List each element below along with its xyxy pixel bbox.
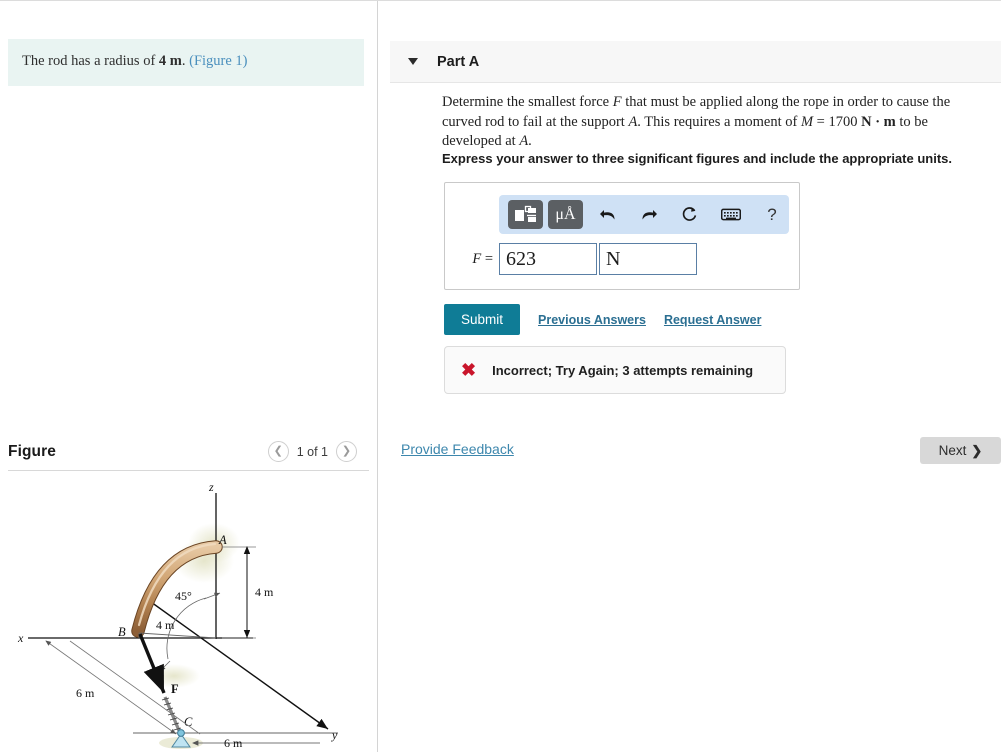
question-var-M: M [800, 113, 814, 130]
question-text: Determine the smallest force F that must… [442, 93, 962, 152]
answer-entry-card: μÅ ? F = 623 N [444, 182, 800, 290]
red-x-icon: ✖ [461, 360, 477, 380]
answer-unit-input[interactable] [599, 243, 697, 275]
angle-45-label: 45° [175, 589, 192, 603]
feedback-message: Incorrect; Try Again; 3 attempts remaini… [492, 362, 754, 378]
right-pane: Part A Determine the smallest force F th… [378, 1, 1001, 752]
caret-down-icon[interactable] [408, 58, 418, 65]
chevron-right-icon: ❯ [341, 445, 352, 457]
problem-statement: The rod has a radius of 4 m. (Figure 1) [8, 39, 364, 86]
answer-label-eq: = [484, 250, 493, 267]
next-button-label: Next [938, 443, 967, 458]
answer-label-var: F [472, 250, 482, 267]
axis-x-label: x [17, 631, 24, 645]
question-var-A1: A [628, 113, 638, 130]
left-pane: The rod has a radius of 4 m. (Figure 1) … [0, 1, 377, 752]
keyboard-glyph [721, 208, 741, 221]
keyboard-icon[interactable] [715, 200, 747, 229]
previous-answers-link[interactable]: Previous Answers [538, 313, 646, 327]
figure-header: Figure ❮ 1 of 1 ❯ [8, 433, 369, 471]
part-a-header[interactable]: Part A [390, 41, 1001, 83]
figure-page-label: 1 of 1 [296, 444, 328, 459]
question-fragment-3: . This requires a moment of [637, 113, 801, 130]
point-C-label: C [184, 715, 193, 729]
next-button[interactable]: Next ❯ [920, 437, 1001, 464]
question-moment-value: = 1700 [813, 113, 862, 130]
point-A-label: A [218, 533, 227, 547]
redo-arrow-icon[interactable] [633, 200, 665, 229]
statement-radius-value: 4 m [158, 53, 182, 69]
reset-circular-arrow-icon[interactable] [674, 200, 706, 229]
dim-y-label: 6 m [224, 736, 243, 749]
request-answer-link[interactable]: Request Answer [664, 313, 761, 327]
question-fragment-5: . [528, 133, 532, 150]
dim-x-label: 6 m [76, 686, 95, 700]
figure-prev-button[interactable]: ❮ [267, 441, 289, 462]
undo-arrow-icon[interactable] [592, 200, 624, 229]
axis-z-label: z [208, 481, 214, 494]
force-F-label: F [171, 682, 179, 696]
radius-dim-label: 4 m [156, 618, 175, 632]
question-moment-units: N · m [861, 113, 896, 130]
figure-next-button[interactable]: ❯ [336, 441, 357, 462]
submit-row: Submit Previous Answers Request Answer [444, 304, 761, 335]
reset-glyph [682, 207, 697, 221]
math-toolbar: μÅ ? [499, 195, 789, 234]
answer-instruction: Express your answer to three significant… [442, 151, 952, 166]
figure-pager: ❮ 1 of 1 ❯ [267, 441, 369, 462]
figure-title: Figure [8, 442, 56, 460]
feedback-banner: ✖ Incorrect; Try Again; 3 attempts remai… [444, 346, 786, 394]
statement-text-before: The rod has a radius of [22, 53, 159, 69]
support-pin-circle [177, 729, 185, 737]
chevron-left-icon: ❮ [273, 445, 283, 457]
figure-1-link[interactable]: (Figure 1) [189, 53, 247, 69]
chevron-right-icon: ❯ [971, 442, 983, 458]
submit-button[interactable]: Submit [444, 304, 521, 335]
question-var-A2: A [519, 133, 529, 150]
math-template-glyph [515, 205, 536, 222]
answer-value-input[interactable] [499, 243, 597, 275]
question-mark-icon[interactable]: ? [756, 200, 788, 229]
micro-angstrom-units-icon[interactable]: μÅ [548, 200, 583, 229]
redo-glyph [642, 209, 657, 219]
axis-y-label: y [331, 728, 338, 742]
statement-text-after: . [181, 53, 186, 69]
answer-label: F = [455, 251, 499, 268]
height-dim-label: 4 m [255, 585, 274, 599]
point-B-label: B [118, 625, 126, 639]
undo-glyph [600, 209, 615, 219]
angle-arrow [203, 592, 221, 600]
provide-feedback-link[interactable]: Provide Feedback [401, 441, 514, 457]
figure-diagram: z x y A B 45° 4 m 4 m F C 6 m 6 m [8, 480, 369, 750]
answer-row: F = [455, 243, 697, 275]
dim-x-line [45, 640, 177, 735]
problem-page: The rod has a radius of 4 m. (Figure 1) … [0, 0, 1001, 752]
math-template-icon[interactable] [508, 200, 543, 229]
part-a-title: Part A [437, 53, 480, 70]
physics-diagram-svg: z x y A B 45° 4 m 4 m F C 6 m 6 m [17, 480, 338, 750]
radius-line-B [138, 632, 217, 639]
question-var-F: F [612, 94, 622, 110]
question-fragment-1: Determine the smallest force [442, 94, 613, 110]
force-F-vector [138, 633, 166, 694]
